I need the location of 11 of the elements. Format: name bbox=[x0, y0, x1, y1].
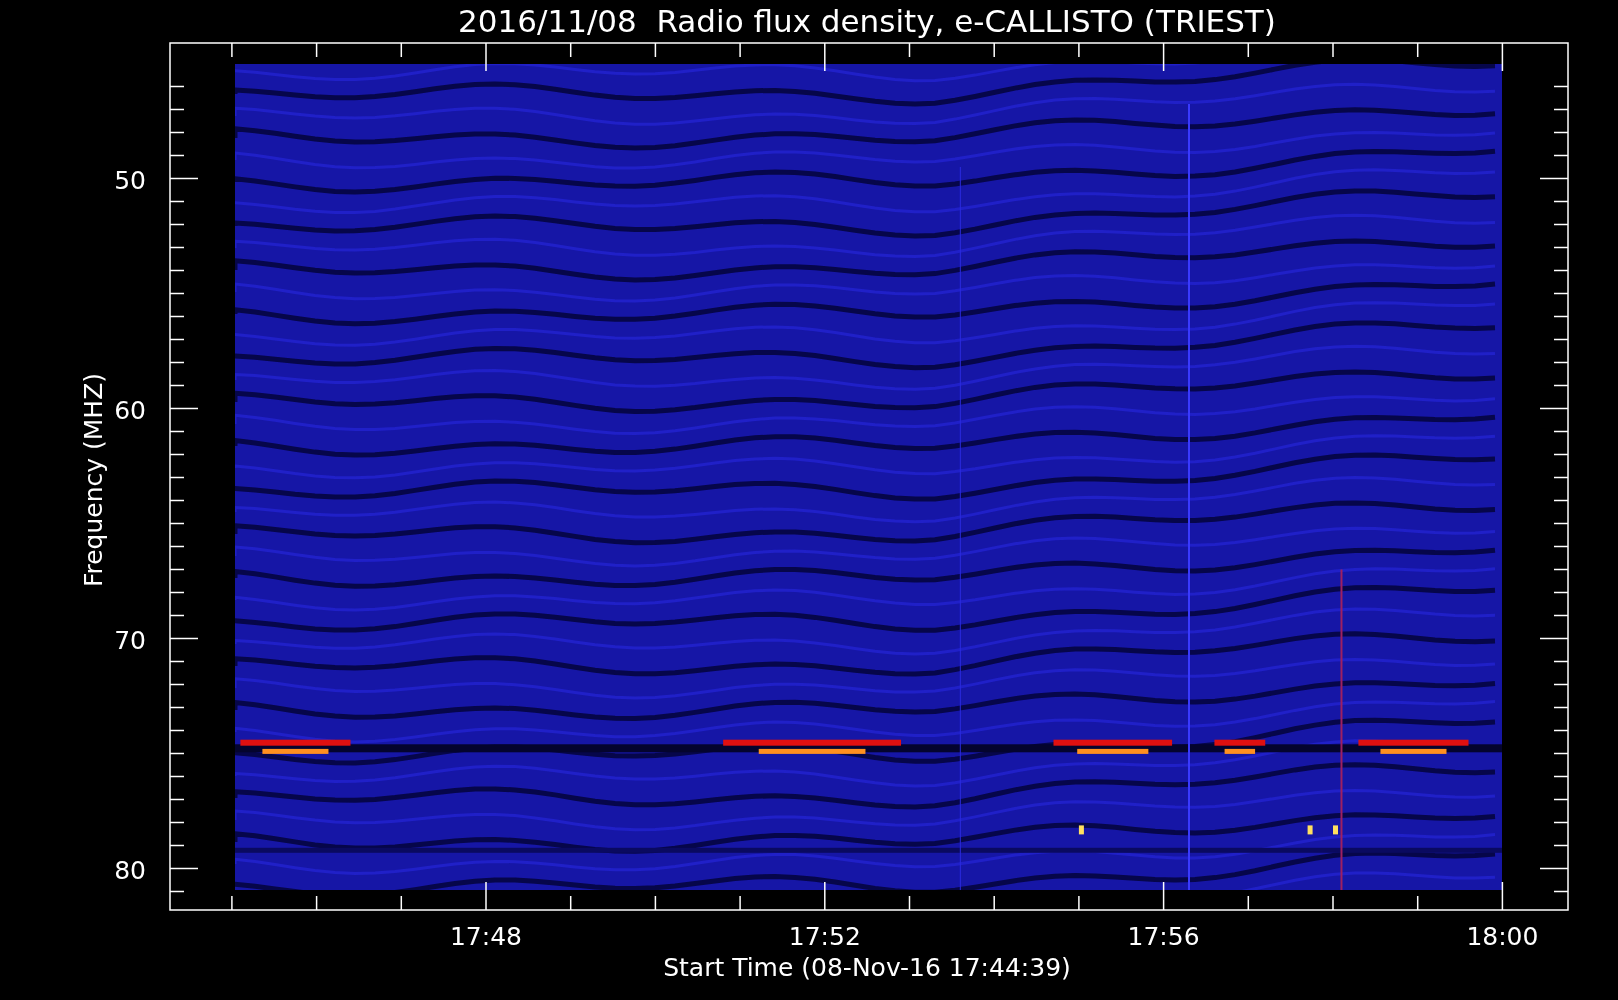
y-axis-label: Frequency (MHZ) bbox=[79, 372, 108, 588]
y-tick-label: 70 bbox=[114, 625, 146, 655]
x-tick-label: 17:56 bbox=[1127, 922, 1200, 951]
y-tick-label: 50 bbox=[114, 165, 146, 195]
y-tick-label: 80 bbox=[114, 855, 146, 885]
x-tick-label: 17:48 bbox=[450, 922, 522, 951]
x-tick-label: 18:00 bbox=[1466, 922, 1539, 951]
y-tick-label: 60 bbox=[114, 395, 146, 425]
x-axis-label: Start Time (08-Nov-16 17:44:39) bbox=[663, 953, 1071, 982]
chart-title: 2016/11/08 Radio flux density, e-CALLISTO (TRIEST) bbox=[458, 3, 1276, 39]
x-tick-label: 17:52 bbox=[788, 922, 861, 951]
